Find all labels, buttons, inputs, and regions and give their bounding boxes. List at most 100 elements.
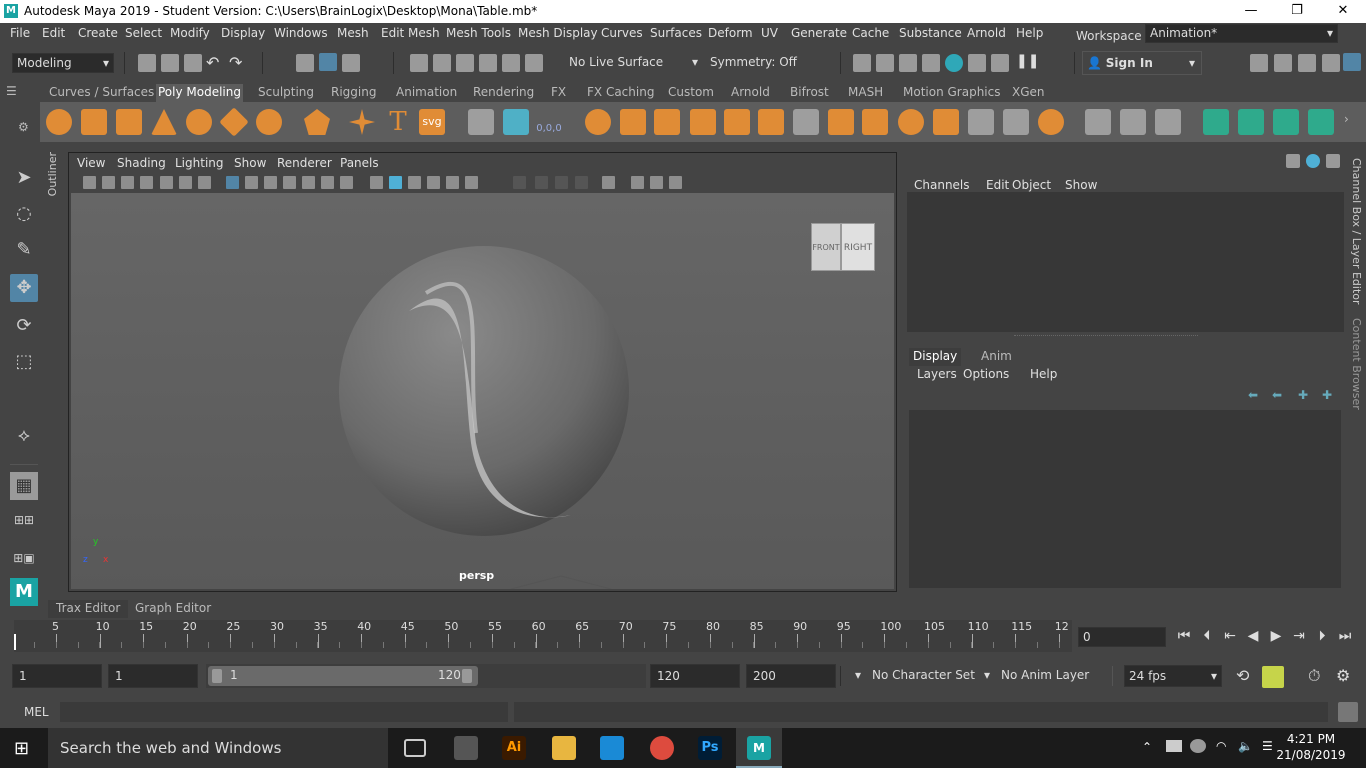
fps-dropdown[interactable]: 24 fps ▾ <box>1124 665 1222 687</box>
isolate-select-icon[interactable] <box>602 176 615 189</box>
render-frame-icon[interactable] <box>876 54 894 72</box>
trax-editor-tab[interactable]: Trax Editor <box>48 600 129 618</box>
taskbar-maya-active[interactable]: M <box>736 728 782 768</box>
save-scene-icon[interactable] <box>184 54 202 72</box>
shelf-tab-curves-surfaces[interactable]: Curves / Surfaces <box>47 84 156 102</box>
menu-deform[interactable]: Deform <box>708 26 753 40</box>
current-frame-field[interactable]: 0 <box>1078 627 1166 647</box>
ambient-occlusion-icon[interactable] <box>513 176 526 189</box>
shelf-settings-icon[interactable]: ⚙ <box>18 120 29 134</box>
layer-tab-anim[interactable]: Anim <box>979 348 1014 366</box>
volume-icon[interactable]: 🔈 <box>1238 739 1253 753</box>
select-hierarchy-icon[interactable] <box>296 54 314 72</box>
viewport-menu-lighting[interactable]: Lighting <box>175 156 224 170</box>
shelf-tab-poly-modeling[interactable]: Poly Modeling <box>156 84 243 102</box>
layer-menu-help[interactable]: Help <box>1030 367 1057 381</box>
time-slider[interactable]: 5 10 15 20 25 30 35 40 45 50 55 60 65 70 75 80 85 90 95 100… <box>14 620 1072 652</box>
symmetry-dropdown[interactable]: Symmetry: Off <box>706 53 806 73</box>
animation-end-field[interactable]: 200 <box>746 664 836 688</box>
view-cube-right[interactable]: RIGHT <box>841 223 875 271</box>
arnold-ipr-icon[interactable] <box>991 54 1009 72</box>
bookmarks-icon[interactable] <box>121 176 134 189</box>
2d-pan-zoom-icon[interactable] <box>160 176 173 189</box>
platonic-solid-icon[interactable] <box>304 109 330 135</box>
graph-editor-tab[interactable]: Graph Editor <box>133 600 213 618</box>
layer-editor-icon[interactable] <box>1343 53 1361 71</box>
range-slider-handle[interactable]: 1 120 <box>208 666 478 686</box>
workspace-dropdown[interactable]: Animation* ▾ <box>1145 24 1338 43</box>
rotate-tool-icon[interactable]: ⟳ <box>10 312 38 340</box>
move-layer-up-icon[interactable]: ⬅ <box>1248 388 1258 402</box>
shelf-tab-custom[interactable]: Custom <box>666 84 716 102</box>
task-view-icon[interactable] <box>404 739 426 757</box>
viewport-menu-show[interactable]: Show <box>234 156 266 170</box>
close-button[interactable]: ✕ <box>1320 0 1366 23</box>
shelf-tab-arnold[interactable]: Arnold <box>729 84 772 102</box>
image-plane-icon[interactable] <box>140 176 153 189</box>
snap-view-plane-icon[interactable] <box>479 54 497 72</box>
gate-mask-icon[interactable] <box>283 176 296 189</box>
taskbar-search[interactable]: Search the web and Windows <box>48 728 388 768</box>
splitter-handle[interactable] <box>1014 335 1198 337</box>
script-editor-icon[interactable] <box>1338 702 1358 722</box>
poly-plane-icon[interactable] <box>219 107 249 137</box>
restore-button[interactable]: ❐ <box>1274 0 1320 23</box>
menu-mesh-display[interactable]: Mesh Display <box>518 26 598 40</box>
script-language-label[interactable]: MEL <box>24 705 49 719</box>
poly-torus-icon[interactable] <box>186 109 212 135</box>
sweep-mesh-icon[interactable] <box>468 109 494 135</box>
step-back-frame-icon[interactable]: ⏴ <box>1197 626 1217 646</box>
super-shape-icon[interactable] <box>349 109 375 135</box>
step-back-key-icon[interactable]: ⇤ <box>1220 626 1240 646</box>
average-vertices-icon[interactable] <box>724 109 750 135</box>
view-cube-front[interactable]: FRONT <box>811 223 841 271</box>
step-forward-key-icon[interactable]: ⇥ <box>1289 626 1309 646</box>
settings-icon[interactable]: ⚙ <box>1336 666 1350 685</box>
arnold-render-icon[interactable] <box>968 54 986 72</box>
open-scene-icon[interactable] <box>161 54 179 72</box>
new-empty-layer-icon[interactable]: ✚ <box>1298 388 1308 402</box>
select-vertex-icon[interactable] <box>1203 109 1229 135</box>
play-backwards-icon[interactable]: ◀ <box>1243 626 1263 646</box>
shelf-tab-animation[interactable]: Animation <box>394 84 459 102</box>
viewport-canvas[interactable]: FRONT RIGHT y x z persp <box>71 193 894 589</box>
cb-menu-edit[interactable]: Edit <box>986 178 1009 192</box>
safe-action-icon[interactable] <box>321 176 334 189</box>
anim-prefs-icon[interactable]: ⏱ <box>1308 666 1320 686</box>
select-object-icon[interactable] <box>319 53 337 71</box>
attribute-editor-icon[interactable] <box>1274 54 1292 72</box>
smooth-shade-icon[interactable] <box>389 176 402 189</box>
use-all-lights-icon[interactable] <box>446 176 459 189</box>
single-perspective-layout-icon[interactable]: ▦ <box>10 472 38 500</box>
grease-pencil-icon[interactable] <box>179 176 192 189</box>
menu-surfaces[interactable]: Surfaces <box>650 26 702 40</box>
new-scene-icon[interactable] <box>138 54 156 72</box>
viewport-menu-shading[interactable]: Shading <box>117 156 166 170</box>
textured-icon[interactable] <box>427 176 440 189</box>
windows-start-icon[interactable]: ⊞ <box>14 738 29 759</box>
animation-start-field[interactable]: 1 <box>12 664 102 688</box>
last-tool-icon[interactable]: ⟡ <box>10 422 38 450</box>
four-view-layout-icon[interactable]: ⊞⊞ <box>10 506 38 534</box>
quad-draw-icon[interactable] <box>1003 109 1029 135</box>
instagram-icon[interactable] <box>600 736 624 760</box>
select-edge-icon[interactable] <box>1238 109 1264 135</box>
hypershade-icon[interactable] <box>945 54 963 72</box>
shelf-menu-icon[interactable]: ☰ <box>6 84 17 98</box>
circularize-icon[interactable] <box>1038 109 1064 135</box>
bridge-icon[interactable] <box>793 109 819 135</box>
sphere-model[interactable] <box>71 193 894 589</box>
menu-curves[interactable]: Curves <box>601 26 643 40</box>
two-view-layout-icon[interactable]: ⊞▣ <box>10 544 38 572</box>
poly-cone-icon[interactable] <box>151 109 177 135</box>
bevel-icon[interactable] <box>828 109 854 135</box>
scale-tool-icon[interactable]: ⬚ <box>10 348 38 376</box>
layer-menu-layers[interactable]: Layers <box>917 367 957 381</box>
lasso-tool-icon[interactable]: ◌ <box>10 200 38 228</box>
battery-icon[interactable] <box>1166 740 1182 752</box>
wifi-icon[interactable]: ◠ <box>1216 739 1226 753</box>
cb-menu-show[interactable]: Show <box>1065 178 1097 192</box>
undo-icon[interactable]: ↶ <box>206 53 219 72</box>
planar-map-icon[interactable] <box>1085 109 1111 135</box>
modeling-toolkit-icon[interactable] <box>1250 54 1268 72</box>
